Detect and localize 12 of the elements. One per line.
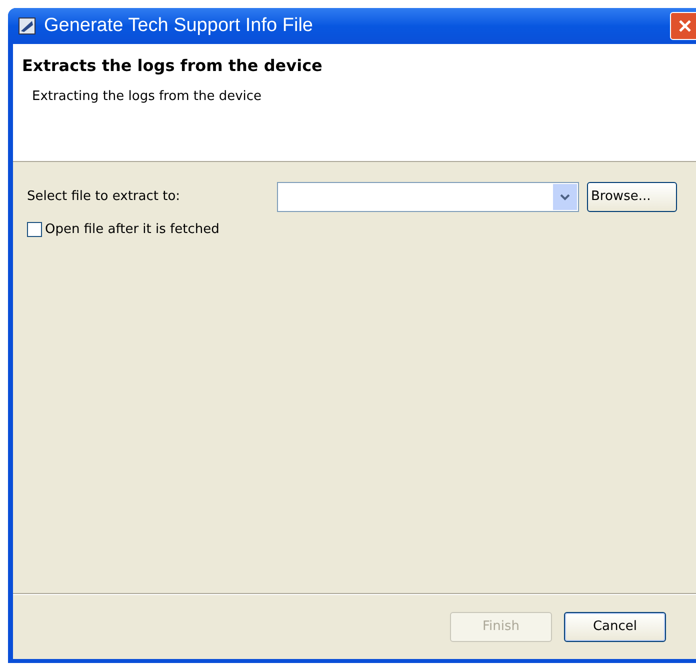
close-button[interactable]: [670, 12, 696, 40]
page-title: Extracts the logs from the device: [22, 55, 324, 77]
checkbox-label: Open file after it is fetched: [45, 221, 220, 239]
file-label: Select file to extract to:: [27, 188, 182, 206]
checkbox[interactable]: [27, 222, 42, 238]
page-description: Extracting the logs from the device: [31, 88, 263, 106]
cancel-button[interactable]: Cancel: [564, 612, 666, 642]
browse-button[interactable]: Browse...: [587, 182, 677, 212]
app-icon: [18, 17, 36, 35]
window-title: Generate Tech Support Info File: [44, 14, 314, 38]
file-combo-box[interactable]: [277, 182, 579, 212]
close-icon: [678, 19, 692, 33]
